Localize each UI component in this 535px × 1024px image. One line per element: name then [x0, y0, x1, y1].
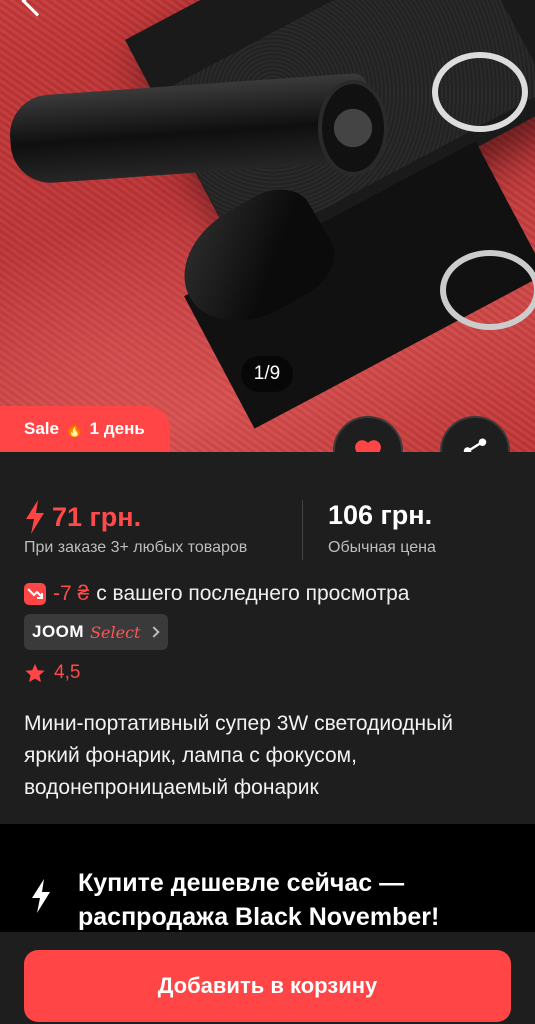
sale-duration: 1 день — [89, 419, 145, 438]
price-value: 71 грн. — [52, 501, 142, 532]
price-drop-notice: -7 ₴ с вашего последнего просмотра — [24, 582, 410, 606]
regular-price: 106 грн. — [328, 500, 433, 530]
product-info: 71 грн. При заказе 3+ любых товаров 106 … — [0, 452, 535, 824]
joom-select-chip[interactable]: JOOM Select — [24, 614, 168, 650]
promo-text: Купите дешевле сейчас — распродажа Black… — [78, 869, 440, 931]
image-counter: 1/9 — [241, 356, 293, 392]
sale-label: Sale — [24, 419, 59, 438]
star-icon — [25, 663, 45, 683]
product-title: Мини-портативный супер 3W светодиодный я… — [24, 712, 453, 799]
price-condition: При заказе 3+ любых товаров — [24, 539, 248, 556]
product-photo-keyring — [432, 52, 528, 132]
rating-value: 4,5 — [54, 662, 81, 683]
joom-select-tier: Select — [90, 622, 141, 642]
lightning-icon — [32, 879, 50, 913]
back-icon[interactable] — [21, 0, 53, 17]
price-drop-text: с вашего последнего просмотра — [96, 582, 410, 605]
chevron-right-icon — [148, 626, 161, 638]
product-photo-flashlight-lens — [318, 80, 388, 176]
joom-brand: JOOM — [32, 622, 85, 641]
product-photo-keyring-2 — [440, 250, 535, 330]
sale-badge: Sale 🔥 1 день — [0, 406, 170, 452]
discount-price: 71 грн. — [24, 500, 141, 534]
lightning-icon — [26, 500, 44, 534]
product-image-gallery[interactable]: 1/9 Sale 🔥 1 день — [0, 0, 535, 452]
add-to-cart-button[interactable]: Добавить в корзину — [24, 950, 511, 1022]
fire-icon: 🔥 — [64, 421, 84, 438]
price-drop-value: -7 ₴ — [53, 582, 90, 605]
product-rating[interactable]: 4,5 — [24, 662, 80, 684]
price-divider — [302, 500, 303, 560]
trend-down-icon — [24, 583, 46, 605]
regular-price-label: Обычная цена — [328, 539, 436, 556]
